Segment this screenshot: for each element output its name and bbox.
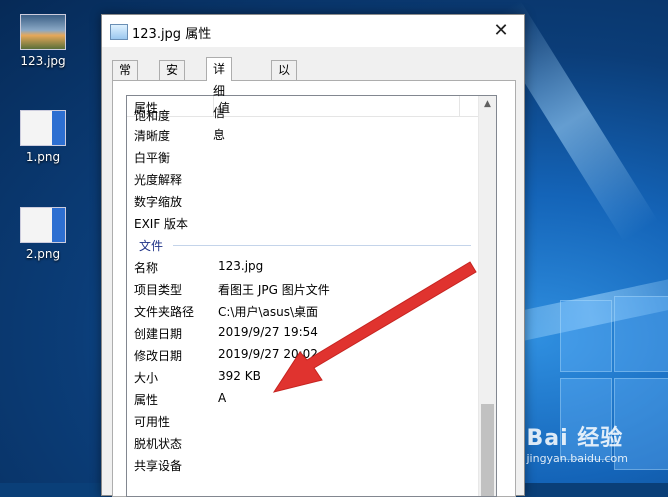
baidu-watermark: Bai 经验 jingyan.baidu.com bbox=[526, 420, 628, 465]
property-row[interactable]: 共享设备 bbox=[127, 454, 479, 476]
property-row[interactable]: 饱和度 bbox=[127, 104, 479, 126]
windows-logo-pane bbox=[614, 296, 668, 372]
desktop-icon-label: 123.jpg bbox=[20, 54, 66, 68]
property-name: 文件夹路径 bbox=[134, 305, 195, 319]
property-name: 共享设备 bbox=[134, 459, 183, 473]
watermark-brand: Bai 经验 bbox=[526, 426, 624, 451]
scrollbar-thumb[interactable] bbox=[481, 404, 494, 496]
property-value: 123.jpg bbox=[218, 259, 264, 273]
close-button[interactable]: ✕ bbox=[478, 15, 524, 47]
tab-general[interactable]: 常规 bbox=[112, 60, 139, 96]
property-name: 光度解释 bbox=[134, 173, 183, 187]
desktop-icon-label: 1.png bbox=[25, 150, 61, 164]
property-name: 脱机状态 bbox=[134, 437, 183, 451]
image-file-icon bbox=[110, 24, 128, 40]
image-thumbnail-icon bbox=[20, 110, 66, 146]
property-name: 饱和度 bbox=[134, 109, 171, 123]
tab-details[interactable]: 详细信息 bbox=[206, 57, 233, 142]
tab-previous-versions[interactable]: 以前的版本 bbox=[271, 60, 298, 153]
desktop-icon-123-jpg[interactable]: 123.jpg bbox=[8, 14, 78, 68]
property-row[interactable]: 创建日期 2019/9/27 19:54 bbox=[127, 322, 479, 344]
property-name: 大小 bbox=[134, 371, 159, 385]
property-row[interactable]: 可用性 bbox=[127, 410, 479, 432]
property-row[interactable]: 白平衡 bbox=[127, 146, 479, 168]
property-row[interactable]: 清晰度 bbox=[127, 124, 479, 146]
property-name: 数字缩放 bbox=[134, 195, 183, 209]
watermark-url: jingyan.baidu.com bbox=[526, 452, 628, 465]
desktop-icon-2-png[interactable]: 2.png bbox=[8, 207, 78, 261]
group-header-file[interactable]: 文件 bbox=[127, 234, 479, 256]
property-row[interactable]: 名称 123.jpg bbox=[127, 256, 479, 278]
image-thumbnail-icon bbox=[20, 14, 66, 50]
property-name: 可用性 bbox=[134, 415, 171, 429]
dialog-title: 123.jpg 属性 bbox=[132, 27, 212, 42]
details-panel: 属性 值 饱和度 清晰度 白平衡 bbox=[112, 80, 516, 497]
property-row[interactable]: 属性 A bbox=[127, 388, 479, 410]
tab-security[interactable]: 安全 bbox=[159, 60, 186, 96]
property-value: 2019/9/27 19:54 bbox=[218, 325, 318, 339]
property-value: 392 KB bbox=[218, 369, 261, 383]
property-row[interactable]: 光度解释 bbox=[127, 168, 479, 190]
vertical-scrollbar[interactable]: ▲ bbox=[478, 96, 496, 496]
property-name: EXIF 版本 bbox=[134, 217, 189, 231]
property-row[interactable]: EXIF 版本 bbox=[127, 212, 479, 234]
property-row[interactable]: 脱机状态 bbox=[127, 432, 479, 454]
property-row[interactable]: 文件夹路径 C:\用户\asus\桌面 bbox=[127, 300, 479, 322]
windows-logo-pane bbox=[560, 300, 612, 372]
property-row[interactable]: 项目类型 看图王 JPG 图片文件 bbox=[127, 278, 479, 300]
property-name: 修改日期 bbox=[134, 349, 183, 363]
group-label: 文件 bbox=[139, 239, 164, 253]
image-thumbnail-icon bbox=[20, 207, 66, 243]
property-name: 属性 bbox=[134, 393, 159, 407]
property-row[interactable]: 修改日期 2019/9/27 20:02 bbox=[127, 344, 479, 366]
property-name: 清晰度 bbox=[134, 129, 171, 143]
property-list[interactable]: 属性 值 饱和度 清晰度 白平衡 bbox=[126, 95, 497, 497]
scroll-up-arrow-icon[interactable]: ▲ bbox=[479, 96, 496, 113]
property-row[interactable]: 数字缩放 bbox=[127, 190, 479, 212]
group-divider bbox=[173, 245, 471, 246]
property-value: A bbox=[218, 391, 227, 405]
property-name: 名称 bbox=[134, 261, 159, 275]
property-name: 白平衡 bbox=[134, 151, 171, 165]
property-name: 项目类型 bbox=[134, 283, 183, 297]
property-row[interactable]: 大小 392 KB bbox=[127, 366, 479, 388]
properties-dialog: 123.jpg 属性 ✕ 常规 安全 详细信息 以前的版本 属性 值 饱和度 bbox=[101, 14, 525, 497]
property-value: C:\用户\asus\桌面 bbox=[218, 305, 319, 319]
title-bar[interactable]: 123.jpg 属性 ✕ bbox=[102, 15, 524, 47]
desktop-icon-label: 2.png bbox=[25, 247, 61, 261]
desktop-icon-1-png[interactable]: 1.png bbox=[8, 110, 78, 164]
property-value: 看图王 JPG 图片文件 bbox=[218, 283, 330, 297]
property-name: 创建日期 bbox=[134, 327, 183, 341]
property-value: 2019/9/27 20:02 bbox=[218, 347, 318, 361]
dialog-body: 常规 安全 详细信息 以前的版本 属性 值 饱和度 bbox=[102, 47, 524, 497]
